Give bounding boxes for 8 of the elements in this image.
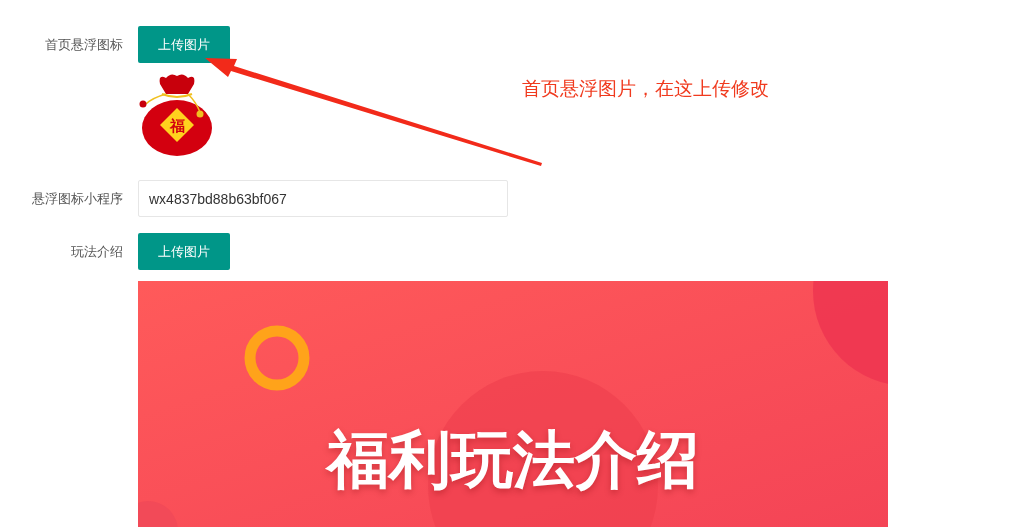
upload-button[interactable]: 上传图片 xyxy=(138,233,230,270)
text-input-field[interactable]: wx4837bd88b63bf067 xyxy=(138,180,508,217)
upload-button[interactable]: 上传图片 xyxy=(138,26,230,63)
field-label: 悬浮图标小程序 xyxy=(31,190,123,208)
annotation-text: 首页悬浮图片，在这上传修改 xyxy=(522,76,769,101)
banner-title: 福利玩法介绍 xyxy=(327,426,699,495)
field-label: 首页悬浮图标 xyxy=(44,36,123,54)
field-label: 玩法介绍 xyxy=(70,243,123,261)
